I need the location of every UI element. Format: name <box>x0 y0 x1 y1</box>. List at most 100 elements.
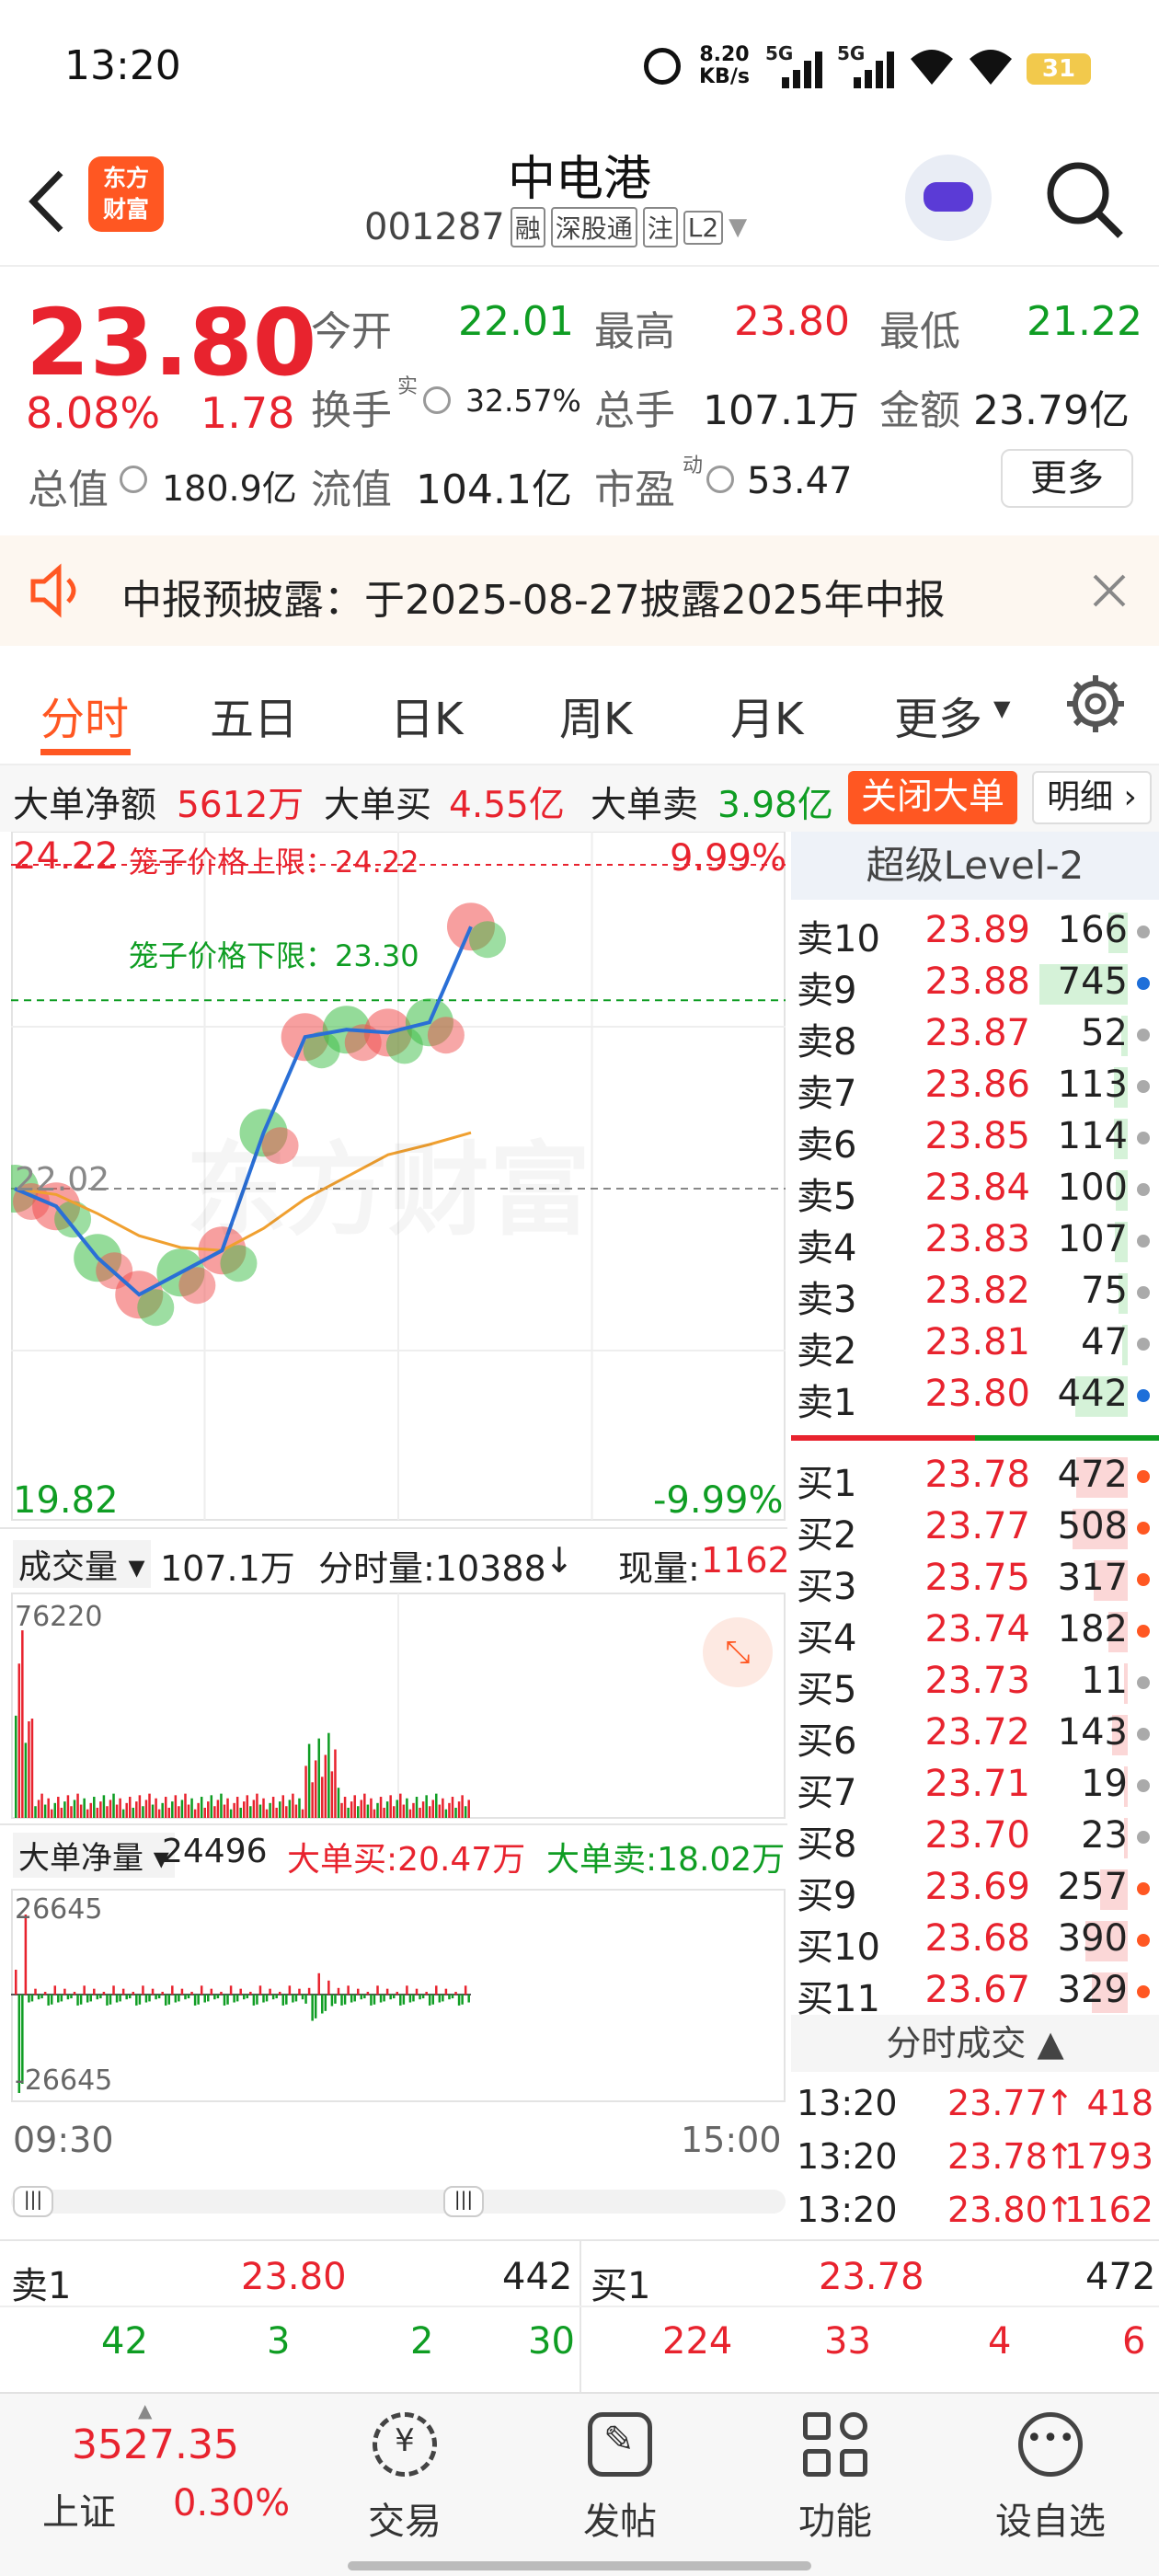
net-speed-value: 8.20 <box>699 43 750 66</box>
trades-header[interactable]: 分时成交 ▲ <box>791 2015 1159 2072</box>
close-icon[interactable] <box>1091 572 1128 609</box>
bid-row[interactable]: 买6 23.72 143 <box>791 1706 1159 1763</box>
volume-max-label: 76220 <box>15 1601 103 1633</box>
volume-bar <box>34 1806 37 1818</box>
ask-row[interactable]: 卖9 23.88 745 <box>791 955 1159 1012</box>
tab-weekly-k[interactable]: 周K <box>559 683 632 747</box>
volume-bar <box>385 1801 389 1818</box>
trade-qty: 1793 <box>1064 2136 1153 2177</box>
ask-row[interactable]: 卖2 23.81 47 <box>791 1316 1159 1373</box>
time-scrollbar[interactable] <box>11 2190 786 2214</box>
ask-row[interactable]: 卖1 23.80 442 <box>791 1367 1159 1424</box>
bid-row[interactable]: 买7 23.71 19 <box>791 1757 1159 1814</box>
amount-value: 23.79亿 <box>973 387 1130 434</box>
chevron-up-icon[interactable]: ▲ <box>138 2399 152 2421</box>
volume-bar <box>43 1804 47 1818</box>
gear-icon[interactable] <box>1061 670 1130 738</box>
net-volume-bar <box>138 1995 142 2005</box>
net-volume-bar <box>132 1992 135 1995</box>
dropdown-triangle-icon[interactable]: ▼ <box>729 213 747 241</box>
volume-selector[interactable]: 成交量 ▾ <box>13 1540 151 1588</box>
ask-marker-dot <box>1137 926 1150 938</box>
net-volume-bar <box>461 1995 464 2005</box>
volume-bar <box>40 1793 43 1818</box>
tick-volume-label: 分时量:10388 <box>318 1548 546 1589</box>
bid-row[interactable]: 买4 23.74 182 <box>791 1603 1159 1660</box>
ask-price: 23.81 <box>924 1321 1030 1363</box>
bid-row[interactable]: 买11 23.67 329 <box>791 1963 1159 2020</box>
chart-area[interactable]: 24.22 笼子价格上限：24.22 9.99% 笼子价格下限：23.30 22… <box>0 831 790 2432</box>
net-volume-selector[interactable]: 大单净量 ▾ <box>13 1833 175 1878</box>
net-volume-bar <box>406 1985 408 1995</box>
bid-row[interactable]: 买5 23.73 11 <box>791 1654 1159 1711</box>
bid-row[interactable]: 买3 23.75 317 <box>791 1551 1159 1608</box>
grid-icon <box>803 2412 867 2477</box>
index-value[interactable]: 3527.35 <box>72 2421 239 2468</box>
volume-bar <box>15 1715 17 1818</box>
info-dots-icon[interactable] <box>423 386 451 414</box>
top-price-label: 24.22 <box>13 835 119 878</box>
tab-five-day[interactable]: 五日 <box>210 683 298 747</box>
expand-icon[interactable]: ⤡ <box>703 1617 773 1687</box>
bid-price: 23.77 <box>924 1505 1030 1547</box>
volume-bar <box>138 1795 142 1818</box>
nav-trade[interactable]: ¥ 交易 <box>331 2412 478 2545</box>
ask-row[interactable]: 卖8 23.87 52 <box>791 1006 1159 1064</box>
level2-title[interactable]: 超级Level-2 <box>791 832 1159 900</box>
net-volume-bar <box>125 1995 128 2000</box>
table-divider <box>580 2241 581 2393</box>
nav-functions[interactable]: 功能 <box>762 2412 909 2545</box>
search-icon[interactable] <box>1043 158 1126 241</box>
net-volume-bar <box>60 1995 63 2002</box>
more-button[interactable]: 更多 <box>1001 449 1133 508</box>
trade-price: 23.80 <box>947 2190 1048 2230</box>
nav-watchlist[interactable]: ••• 设自选 <box>977 2412 1124 2545</box>
volume-bar <box>30 1719 34 1818</box>
bid-qty: 182 <box>1057 1608 1128 1650</box>
bid-row[interactable]: 买9 23.69 257 <box>791 1860 1159 1917</box>
volume-bar <box>294 1804 298 1818</box>
index-percent[interactable]: 0.30% <box>173 2482 290 2524</box>
bid-row[interactable]: 买1 23.78 472 <box>791 1448 1159 1505</box>
ask-row[interactable]: 卖5 23.84 100 <box>791 1161 1159 1218</box>
ask-row[interactable]: 卖3 23.82 75 <box>791 1264 1159 1321</box>
alarm-icon <box>644 48 681 85</box>
notice-bar[interactable]: 中报预披露：于2025-08-27披露2025年中报 <box>0 535 1159 646</box>
index-name[interactable]: 上证 <box>42 2482 116 2536</box>
net-volume-bar <box>467 1995 470 2003</box>
float-cap-label: 流值 <box>311 466 392 513</box>
close-big-order-button[interactable]: 关闭大单 <box>848 771 1017 824</box>
tab-intraday[interactable]: 分时 <box>40 683 129 747</box>
nav-post[interactable]: ✎ 发帖 <box>546 2412 694 2545</box>
net-volume-bar <box>451 1995 454 1999</box>
tab-more[interactable]: 更多 <box>894 683 982 747</box>
detail-button[interactable]: 明细 › <box>1032 771 1152 824</box>
ask-row[interactable]: 卖6 23.85 114 <box>791 1110 1159 1167</box>
ask-row[interactable]: 卖7 23.86 113 <box>791 1058 1159 1115</box>
ask-row[interactable]: 卖4 23.83 107 <box>791 1213 1159 1270</box>
net-volume-bar <box>464 1985 467 1995</box>
net-volume-bar <box>86 1995 89 2003</box>
bid-row[interactable]: 买10 23.68 390 <box>791 1912 1159 1969</box>
tab-daily-k[interactable]: 日K <box>390 683 463 747</box>
robot-avatar[interactable] <box>905 155 992 241</box>
net-volume-bar <box>93 1988 96 1995</box>
buy-queue-cell: 224 <box>662 2320 733 2363</box>
scroll-handle-right[interactable]: ||| <box>443 2186 484 2217</box>
net-max-label: 26645 <box>15 1893 103 1926</box>
tab-monthly-k[interactable]: 月K <box>730 683 803 747</box>
trade-bubble <box>54 1201 92 1238</box>
info-dots-icon[interactable] <box>120 466 147 493</box>
net-volume-bar <box>76 1995 79 2006</box>
volume-bar <box>216 1800 220 1818</box>
volume-bar <box>184 1793 187 1818</box>
ask-row[interactable]: 卖10 23.89 166 <box>791 903 1159 960</box>
net-volume-bar <box>200 1985 203 1995</box>
info-dots-icon[interactable] <box>706 466 734 493</box>
scroll-handle-left[interactable]: ||| <box>13 2186 53 2217</box>
bid-row[interactable]: 买8 23.70 23 <box>791 1809 1159 1866</box>
net-volume-bar <box>102 1992 106 1995</box>
ask-price: 23.86 <box>924 1064 1030 1106</box>
volume-bar <box>119 1798 121 1818</box>
bid-row[interactable]: 买2 23.77 508 <box>791 1500 1159 1557</box>
